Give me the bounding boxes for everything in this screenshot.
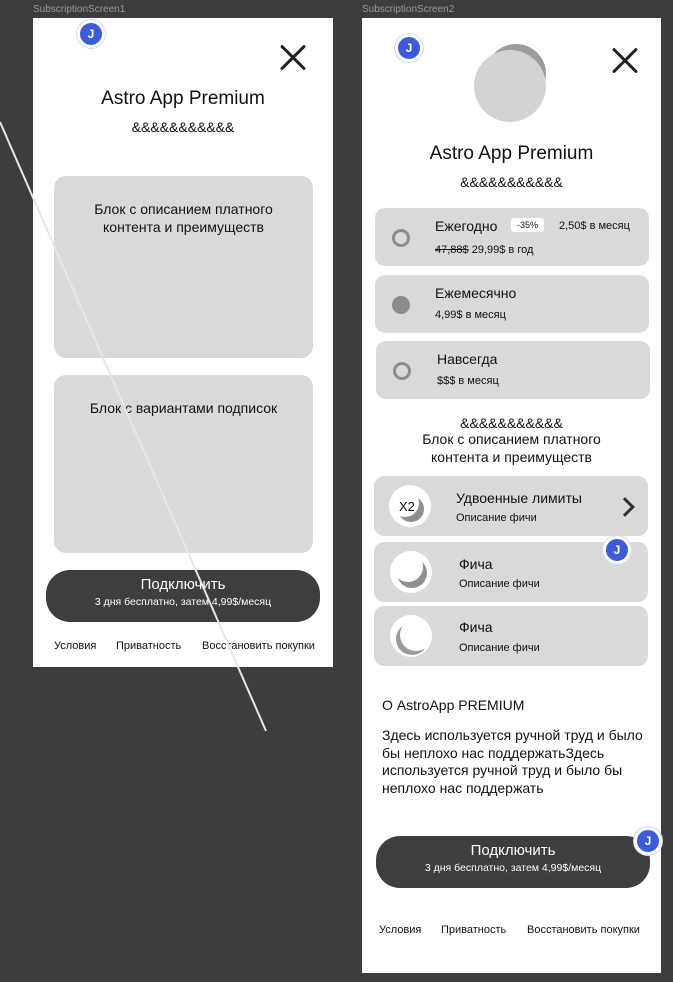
- plans-block-text: Блок с вариантами подписок: [89, 400, 278, 416]
- plan-monthly-equivalent: 2,50$ в месяц: [559, 220, 630, 232]
- subscription-screen-2: Astro App Premium &&&&&&&&&&& Ежегодно -…: [362, 18, 661, 973]
- restore-purchases-link[interactable]: Восстановить покупки: [202, 640, 315, 652]
- benefits-text: Блок с описанием платного контента и пре…: [422, 431, 601, 465]
- radio-button[interactable]: [392, 229, 410, 247]
- subscribe-button-label: Подключить: [140, 576, 226, 593]
- comment-avatar[interactable]: J: [395, 34, 423, 62]
- plan-option-yearly[interactable]: Ежегодно -35% 2,50$ в месяц 47,88$ 29,99…: [375, 208, 649, 266]
- feature-title: Удвоенные лимиты: [456, 490, 582, 506]
- chevron-right-icon[interactable]: [615, 497, 635, 517]
- restore-purchases-link[interactable]: Восстановить покупки: [527, 924, 640, 936]
- comment-avatar[interactable]: J: [603, 536, 631, 564]
- page-title: Astro App Premium: [101, 88, 265, 109]
- moon-icon: [390, 551, 432, 593]
- feature-description: Описание фичи: [459, 578, 540, 590]
- comment-avatar[interactable]: J: [77, 20, 105, 48]
- benefits-header: &&&&&&&&&&&: [460, 415, 563, 431]
- close-icon[interactable]: [610, 45, 640, 75]
- subscribe-button[interactable]: Подключить 3 дня бесплатно, затем 4,99$/…: [376, 836, 650, 888]
- discount-badge: -35%: [511, 218, 545, 232]
- feature-description: Описание фичи: [456, 512, 537, 524]
- feature-title: Фича: [459, 556, 493, 572]
- plan-name: Ежемесячно: [435, 285, 517, 301]
- page-subtitle: &&&&&&&&&&&: [131, 119, 235, 135]
- x2-icon-label: X2: [399, 499, 415, 514]
- terms-link[interactable]: Условия: [54, 640, 96, 652]
- plan-option-lifetime[interactable]: Навсегда $$$ в месяц: [376, 341, 650, 399]
- page-subtitle: &&&&&&&&&&&: [460, 174, 563, 190]
- about-text: Здесь используется ручной труд и было бы…: [382, 727, 643, 796]
- plan-name: Ежегодно: [435, 218, 498, 234]
- new-price: 29,99$ в год: [471, 244, 534, 256]
- frame-label-screen2: SubscriptionScreen2: [362, 4, 455, 15]
- subscribe-button-label: Подключить: [470, 842, 556, 859]
- privacy-link[interactable]: Приватность: [116, 640, 181, 652]
- close-icon[interactable]: [278, 42, 308, 72]
- subscribe-button-sub: 3 дня бесплатно, затем 4,99$/месяц: [94, 596, 272, 608]
- plan-option-monthly[interactable]: Ежемесячно 4,99$ в месяц: [375, 275, 649, 333]
- subscription-screen-1: Astro App Premium &&&&&&&&&&& Блок с опи…: [33, 18, 333, 667]
- comment-avatar[interactable]: J: [634, 827, 662, 855]
- frame-label-screen1: SubscriptionScreen1: [33, 4, 126, 15]
- plan-price: 4,99$ в месяц: [435, 309, 506, 321]
- subscribe-button[interactable]: Подключить 3 дня бесплатно, затем 4,99$/…: [46, 570, 320, 622]
- plan-price: 47,88$ 29,99$ в год: [435, 244, 533, 256]
- old-price: 47,88$: [435, 244, 469, 256]
- privacy-link[interactable]: Приватность: [441, 924, 506, 936]
- page-title: Astro App Premium: [429, 143, 594, 164]
- about-title: О AstroApp PREMIUM: [382, 697, 525, 713]
- feature-card-double-limits[interactable]: X2 Удвоенные лимиты Описание фичи: [374, 476, 648, 536]
- feature-description: Описание фичи: [459, 642, 540, 654]
- moon-logo-icon: [474, 44, 546, 122]
- x2-moon-icon: X2: [389, 485, 431, 527]
- benefits-block: Блок с описанием платного контента и пре…: [54, 176, 313, 358]
- plan-price: $$$ в месяц: [437, 375, 499, 387]
- subscribe-button-sub: 3 дня бесплатно, затем 4,99$/месяц: [424, 862, 602, 874]
- radio-button[interactable]: [393, 362, 411, 380]
- benefits-block-text: Блок с описанием платного контента и пре…: [94, 201, 273, 235]
- feature-title: Фича: [459, 619, 493, 635]
- moon-icon: [390, 615, 432, 657]
- terms-link[interactable]: Условия: [379, 924, 421, 936]
- radio-button-selected[interactable]: [392, 296, 410, 314]
- feature-card[interactable]: Фича Описание фичи: [374, 606, 648, 666]
- plan-name: Навсегда: [437, 351, 498, 367]
- plans-block: Блок с вариантами подписок: [54, 375, 313, 553]
